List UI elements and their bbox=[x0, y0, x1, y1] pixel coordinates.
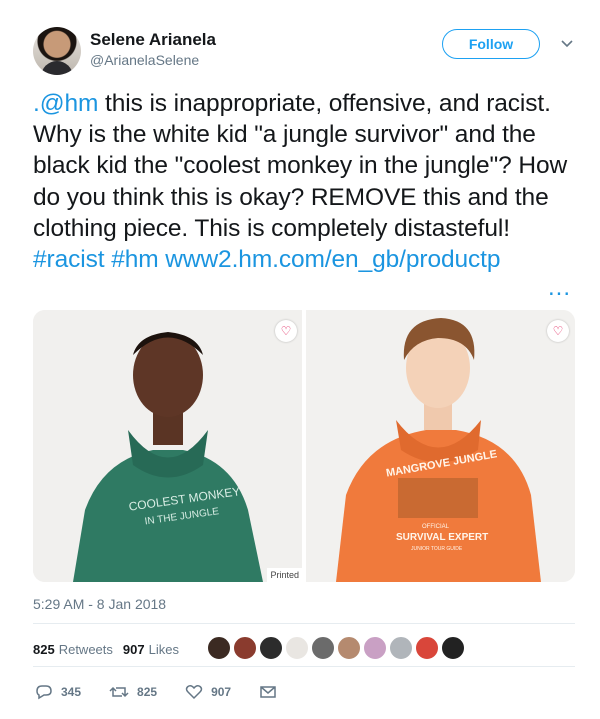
retweets-label: Retweets bbox=[58, 641, 113, 657]
like-button[interactable]: 907 bbox=[185, 684, 231, 700]
hoodie-text-line4: JUNIOR TOUR GUIDE bbox=[411, 546, 463, 552]
heart-icon[interactable]: ♡ bbox=[275, 320, 297, 342]
like-count: 907 bbox=[211, 685, 232, 699]
liker-avatar[interactable] bbox=[415, 636, 439, 660]
tweet-text: .@hm this is inappropriate, offensive, a… bbox=[33, 88, 578, 275]
liker-avatar[interactable] bbox=[259, 636, 283, 660]
liker-avatars bbox=[207, 636, 467, 660]
liker-avatar[interactable] bbox=[285, 636, 309, 660]
more-link[interactable]: ... bbox=[548, 274, 571, 302]
hoodie-text-line2: OFFICIAL bbox=[422, 524, 450, 530]
heart-icon[interactable]: ♡ bbox=[547, 320, 569, 342]
reply-button[interactable]: 345 bbox=[35, 684, 81, 700]
hoodie-text-line3: SURVIVAL EXPERT bbox=[396, 532, 488, 543]
photo-left-illustration: COOLEST MONKEY IN THE JUNGLE bbox=[33, 310, 302, 582]
message-icon bbox=[260, 686, 276, 698]
retweets-stat[interactable]: 825 Retweets bbox=[33, 642, 113, 657]
photo-right[interactable]: MANGROVE JUNGLE OFFICIAL SURVIVAL EXPERT… bbox=[306, 310, 575, 582]
tweet-link[interactable]: www2.hm.com/en_gb/productp bbox=[165, 246, 500, 273]
tweet-link[interactable]: #hm bbox=[111, 246, 158, 273]
reply-icon bbox=[36, 685, 52, 700]
divider bbox=[33, 666, 575, 667]
photo-left[interactable]: COOLEST MONKEY IN THE JUNGLE ♡ Printed bbox=[33, 310, 302, 582]
retweet-button[interactable]: 825 bbox=[109, 684, 157, 700]
tweet-link[interactable]: .@hm bbox=[33, 90, 98, 117]
printed-label: Printed bbox=[267, 568, 302, 582]
message-button[interactable] bbox=[259, 684, 285, 700]
photo-right-illustration: MANGROVE JUNGLE OFFICIAL SURVIVAL EXPERT… bbox=[306, 310, 575, 582]
engagement-stats: 825 Retweets 907 Likes bbox=[33, 634, 189, 664]
liker-avatar[interactable] bbox=[233, 636, 257, 660]
divider bbox=[33, 623, 575, 624]
retweets-count: 825 bbox=[33, 641, 55, 657]
liker-avatar[interactable] bbox=[441, 636, 465, 660]
follow-button[interactable]: Follow bbox=[442, 29, 540, 59]
liker-avatar[interactable] bbox=[363, 636, 387, 660]
likes-count: 907 bbox=[122, 641, 145, 657]
avatar[interactable] bbox=[33, 27, 81, 75]
liker-avatar[interactable] bbox=[311, 636, 335, 660]
liker-avatar[interactable] bbox=[389, 636, 413, 660]
chevron-down-icon[interactable] bbox=[560, 36, 574, 52]
tweet-timestamp[interactable]: 5:29 AM - 8 Jan 2018 bbox=[33, 596, 166, 612]
tweet-header: Selene Arianela @ArianelaSelene Follow bbox=[33, 27, 573, 77]
media-grid[interactable]: COOLEST MONKEY IN THE JUNGLE ♡ Printed M… bbox=[33, 310, 575, 582]
tweet-actions: 345 825 907 bbox=[35, 682, 313, 702]
retweet-icon bbox=[109, 686, 129, 698]
reply-count: 345 bbox=[61, 685, 82, 699]
like-icon bbox=[185, 685, 203, 700]
user-handle[interactable]: @ArianelaSelene bbox=[90, 52, 199, 68]
tweet-link[interactable]: #racist bbox=[33, 246, 105, 273]
likes-label: Likes bbox=[148, 641, 179, 657]
liker-avatar[interactable] bbox=[337, 636, 361, 660]
liker-avatar[interactable] bbox=[207, 636, 231, 660]
user-name[interactable]: Selene Arianela bbox=[90, 30, 216, 50]
likes-stat[interactable]: 907 Likes bbox=[123, 642, 179, 657]
retweet-count: 825 bbox=[137, 685, 158, 699]
tweet-text-segment: this is inappropriate, offensive, and ra… bbox=[33, 90, 568, 242]
